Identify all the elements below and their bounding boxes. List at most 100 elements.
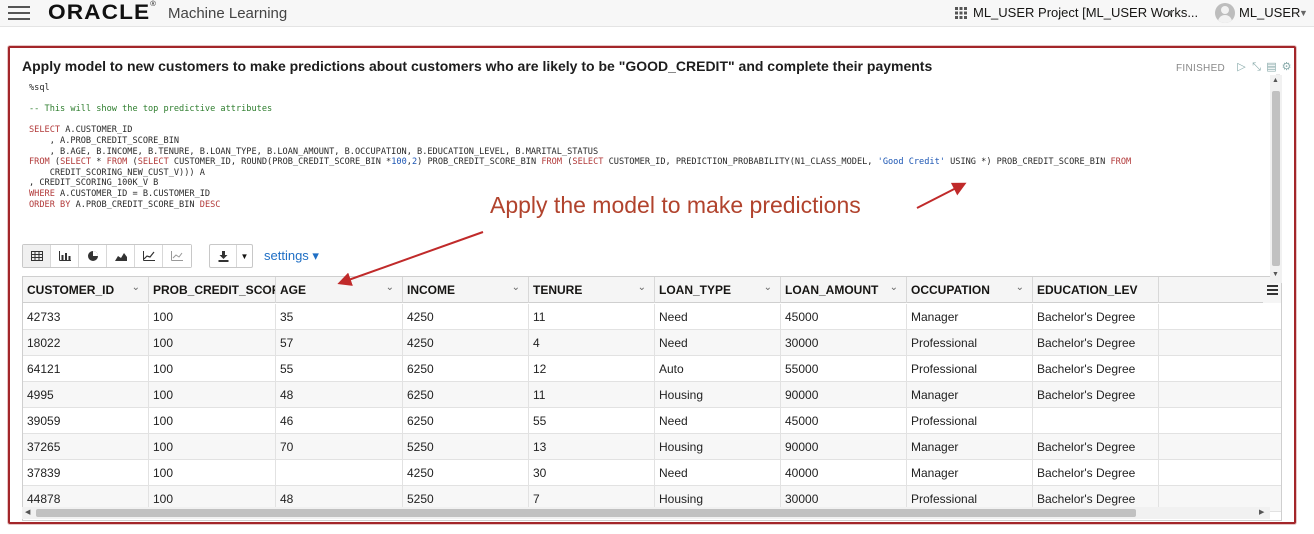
table-cell: 90000 bbox=[781, 382, 907, 408]
download-caret-icon[interactable]: ▼ bbox=[236, 245, 252, 267]
table-row[interactable]: 4995 100 48 6250 11 Housing 90000 Manager Bachel… bbox=[23, 382, 1281, 408]
table-row[interactable]: 37839 100 4250 30 Need 40000 Manager Bachelor's… bbox=[23, 460, 1281, 486]
table-cell: 18022 bbox=[23, 330, 149, 356]
table-cell: 12 bbox=[529, 356, 655, 382]
gear-icon[interactable]: ⚙ bbox=[1279, 60, 1294, 73]
table-cell: Need bbox=[655, 330, 781, 356]
table-cell: Bachelor's Degree bbox=[1033, 434, 1159, 460]
table-cell: 6250 bbox=[403, 356, 529, 382]
table-row[interactable]: 42733 100 35 4250 11 Need 45000 Manager Bachelor… bbox=[23, 304, 1281, 330]
table-cell: 4250 bbox=[403, 330, 529, 356]
visualization-buttons bbox=[22, 244, 192, 268]
table-cell: Professional bbox=[907, 356, 1033, 382]
download-icon[interactable] bbox=[210, 245, 236, 267]
table-cell: Bachelor's Degree bbox=[1033, 356, 1159, 382]
table-cell: 55000 bbox=[781, 356, 907, 382]
table-cell: 4 bbox=[529, 330, 655, 356]
chevron-down-icon[interactable]: ⌄ bbox=[512, 282, 520, 293]
table-cell bbox=[276, 460, 403, 486]
column-header-label: INCOME bbox=[407, 283, 455, 297]
table-cell: 40000 bbox=[781, 460, 907, 486]
user-avatar-icon[interactable] bbox=[1215, 3, 1235, 23]
area-chart-icon[interactable] bbox=[107, 245, 135, 267]
column-header-age[interactable]: AGE ⌄ bbox=[276, 277, 403, 303]
table-cell: 90000 bbox=[781, 434, 907, 460]
settings-link[interactable]: settings ▾ bbox=[264, 248, 319, 264]
table-row[interactable]: 39059 100 46 6250 55 Need 45000 Professional bbox=[23, 408, 1281, 434]
oracle-logo: ORACLE® bbox=[48, 1, 157, 25]
chevron-down-icon[interactable]: ⌄ bbox=[890, 282, 898, 293]
table-cell: Manager bbox=[907, 460, 1033, 486]
table-cell: Manager bbox=[907, 382, 1033, 408]
project-selector[interactable]: ML_USER Project [ML_USER Works... bbox=[973, 5, 1198, 20]
column-header-customer-id[interactable]: CUSTOMER_ID ⌄ bbox=[23, 277, 149, 303]
scatter-chart-icon[interactable] bbox=[163, 245, 191, 267]
table-cell: 45000 bbox=[781, 304, 907, 330]
chevron-down-icon[interactable]: ⌄ bbox=[132, 282, 140, 293]
hamburger-icon[interactable] bbox=[8, 6, 30, 20]
table-cell: Need bbox=[655, 460, 781, 486]
table-cell: Housing bbox=[655, 382, 781, 408]
paragraph-actions: ▷ ⤡ ▤ ⚙ bbox=[1234, 60, 1294, 74]
table-cell: 6250 bbox=[403, 408, 529, 434]
chevron-down-icon[interactable]: ▼ bbox=[1299, 8, 1308, 18]
table-vertical-scrollbar[interactable]: ▲ ▼ bbox=[1270, 75, 1282, 283]
column-header-loan-amount[interactable]: LOAN_AMOUNT ⌄ bbox=[781, 277, 907, 303]
chevron-down-icon[interactable]: ⌄ bbox=[259, 282, 267, 293]
table-cell: Need bbox=[655, 304, 781, 330]
book-icon[interactable]: ▤ bbox=[1264, 60, 1279, 73]
chevron-down-icon[interactable]: ⌄ bbox=[764, 282, 772, 293]
user-menu[interactable]: ML_USER bbox=[1239, 5, 1300, 20]
column-header-prob-credit-score-bin[interactable]: PROB_CREDIT_SCORE_BIN⌄ bbox=[149, 277, 276, 303]
table-icon[interactable] bbox=[23, 245, 51, 267]
table-cell: 37265 bbox=[23, 434, 149, 460]
table-cell: 35 bbox=[276, 304, 403, 330]
column-header-tenure[interactable]: TENURE ⌄ bbox=[529, 277, 655, 303]
table-cell: Professional bbox=[907, 330, 1033, 356]
table-cell: 55 bbox=[529, 408, 655, 434]
column-header-income[interactable]: INCOME ⌄ bbox=[403, 277, 529, 303]
table-cell: 37839 bbox=[23, 460, 149, 486]
table-cell: 100 bbox=[149, 382, 276, 408]
chevron-down-icon[interactable]: ▼ bbox=[1166, 8, 1175, 18]
top-bar: ORACLE® Machine Learning ML_USER Project… bbox=[0, 0, 1314, 27]
table-cell: Bachelor's Degree bbox=[1033, 330, 1159, 356]
table-cell: 55 bbox=[276, 356, 403, 382]
table-cell: Bachelor's Degree bbox=[1033, 304, 1159, 330]
result-table: CUSTOMER_ID⌄PROB_CREDIT_SCORE_BIN⌄AGE⌄IN… bbox=[22, 276, 1282, 521]
column-header-label: LOAN_TYPE bbox=[659, 283, 732, 297]
column-header-label: AGE bbox=[280, 283, 307, 297]
table-cell: Housing bbox=[655, 434, 781, 460]
table-cell: 11 bbox=[529, 304, 655, 330]
chevron-down-icon[interactable]: ⌄ bbox=[386, 282, 394, 293]
table-cell bbox=[1033, 408, 1159, 434]
column-header-occupation[interactable]: OCCUPATION ⌄ bbox=[907, 277, 1033, 303]
annotation-text: Apply the model to make predictions bbox=[490, 192, 861, 218]
table-cell: 42733 bbox=[23, 304, 149, 330]
line-chart-icon[interactable] bbox=[135, 245, 163, 267]
column-header-education-level[interactable]: EDUCATION_LEV bbox=[1033, 277, 1159, 303]
run-icon[interactable]: ▷ bbox=[1234, 60, 1249, 73]
table-cell: 13 bbox=[529, 434, 655, 460]
bar-chart-icon[interactable] bbox=[51, 245, 79, 267]
table-cell: 4250 bbox=[403, 460, 529, 486]
column-header-loan-type[interactable]: LOAN_TYPE ⌄ bbox=[655, 277, 781, 303]
table-row[interactable]: 18022 100 57 4250 4 Need 30000 Professional Bach… bbox=[23, 330, 1281, 356]
collapse-icon[interactable]: ⤡ bbox=[1249, 61, 1264, 74]
column-header-label: CUSTOMER_ID bbox=[27, 283, 115, 297]
chevron-down-icon[interactable]: ⌄ bbox=[1016, 282, 1024, 293]
table-row[interactable]: 37265 100 70 5250 13 Housing 90000 Manager Bache… bbox=[23, 434, 1281, 460]
table-cell: Bachelor's Degree bbox=[1033, 460, 1159, 486]
table-cell: 57 bbox=[276, 330, 403, 356]
table-cell: Professional bbox=[907, 408, 1033, 434]
table-cell: 100 bbox=[149, 408, 276, 434]
table-cell: 30 bbox=[529, 460, 655, 486]
column-header-label: PROB_CREDIT_SCORE_BIN bbox=[153, 283, 275, 297]
table-horizontal-scrollbar[interactable]: ◀ ▶ bbox=[22, 507, 1270, 519]
column-header-label: OCCUPATION bbox=[911, 283, 990, 297]
table-cell: 100 bbox=[149, 434, 276, 460]
table-cell: 100 bbox=[149, 330, 276, 356]
table-row[interactable]: 64121 100 55 6250 12 Auto 55000 Professional Bac… bbox=[23, 356, 1281, 382]
pie-chart-icon[interactable] bbox=[79, 245, 107, 267]
chevron-down-icon[interactable]: ⌄ bbox=[638, 282, 646, 293]
